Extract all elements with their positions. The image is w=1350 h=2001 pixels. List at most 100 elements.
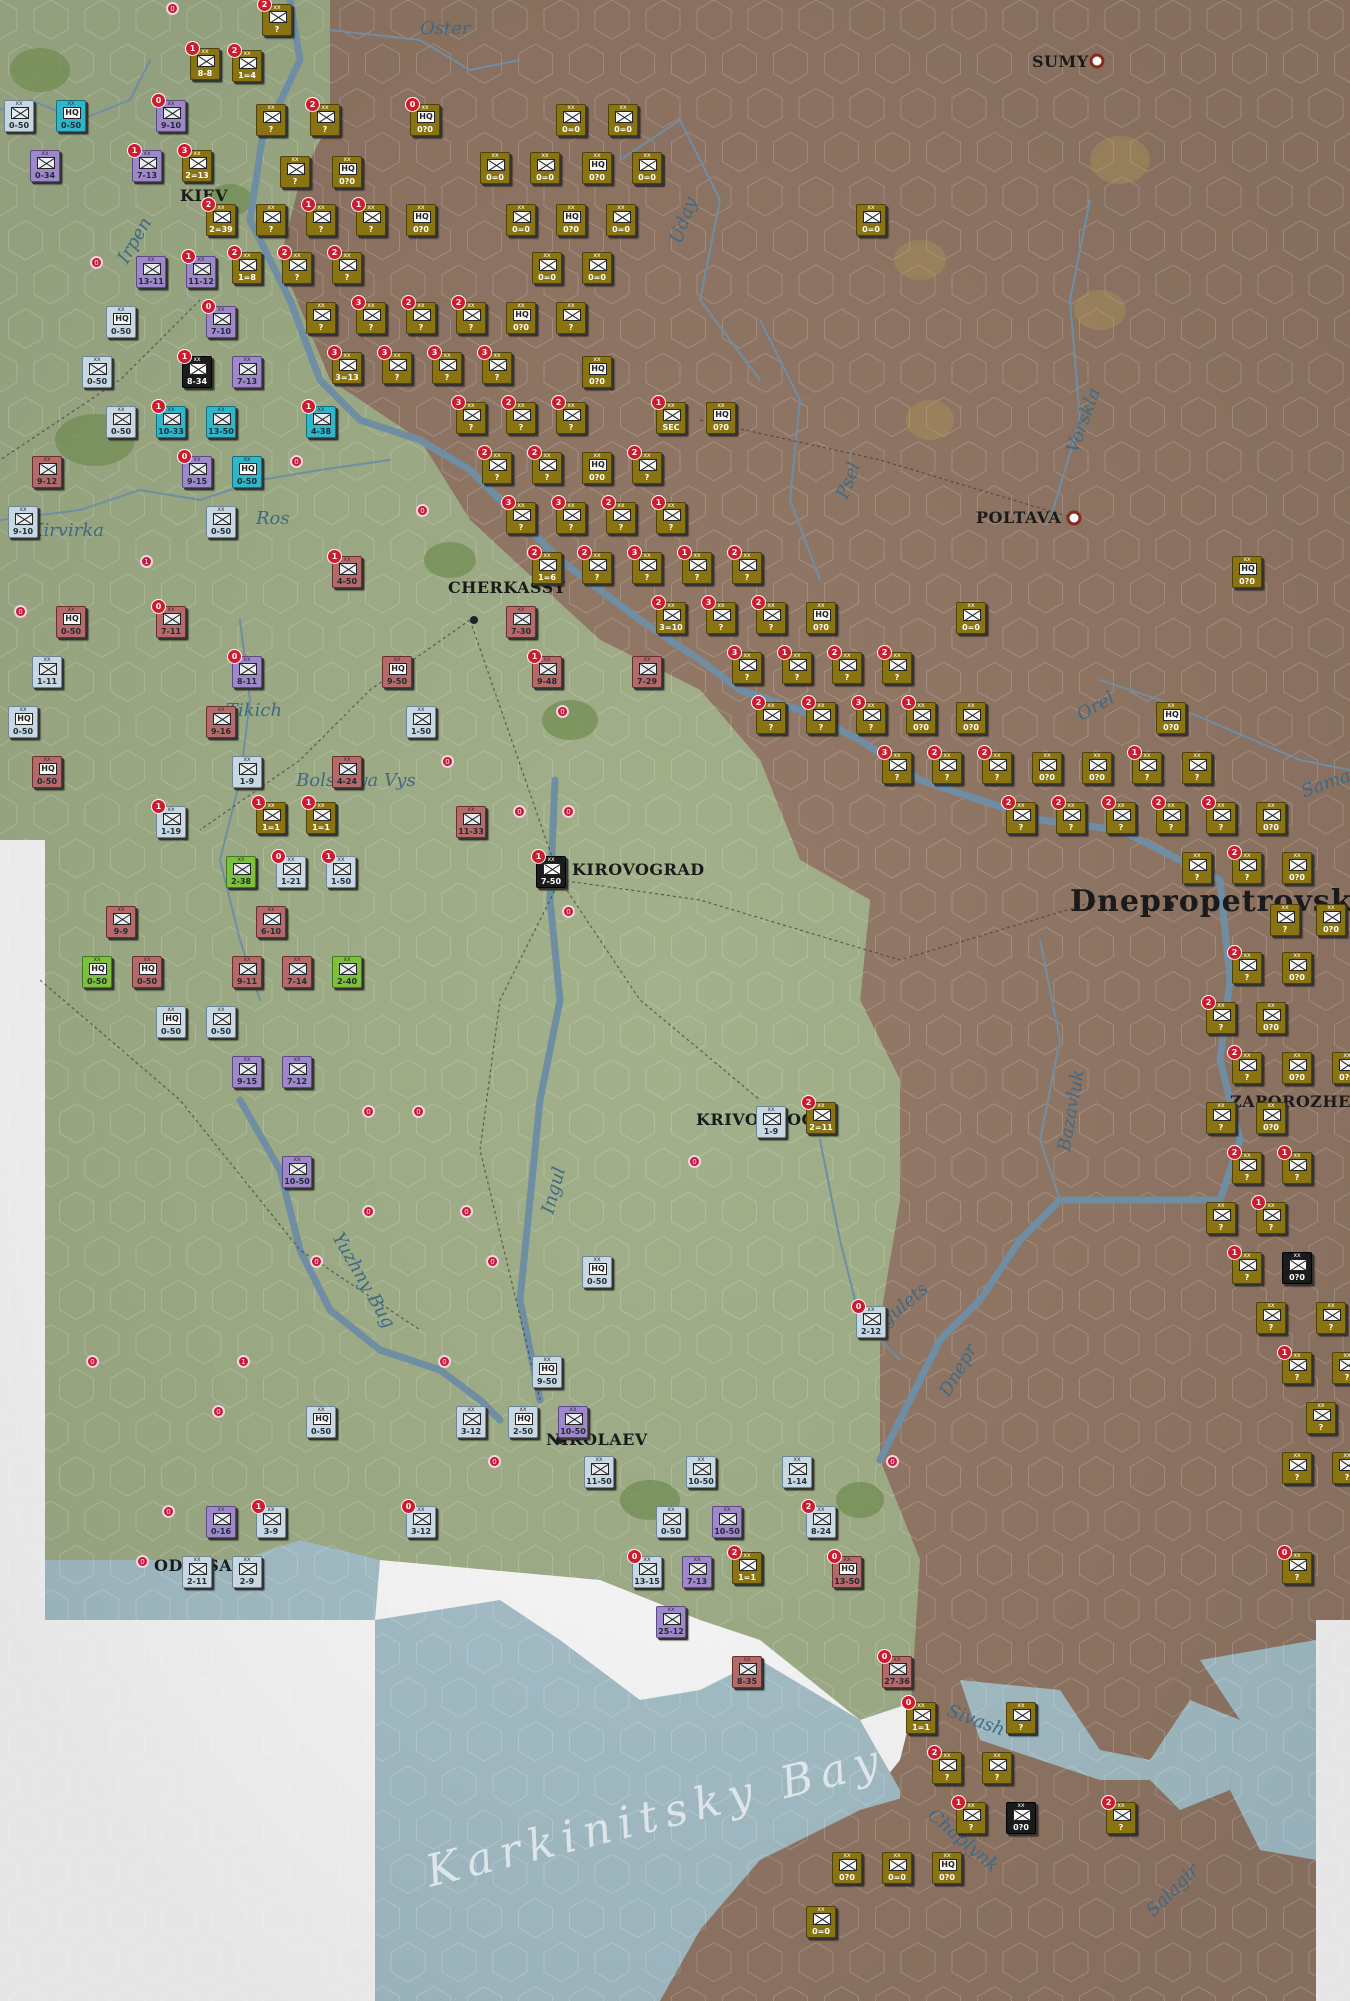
soviet-unit-counter[interactable]: xx 7-14 — [282, 956, 312, 988]
axis-unit-counter[interactable]: xx? 3 — [627, 545, 662, 584]
soviet-unit-counter[interactable]: xx 7-12 — [282, 1056, 312, 1088]
axis-unit-counter[interactable]: xx 2=39 2 — [201, 197, 236, 236]
axis-unit-counter[interactable]: xx? 2 — [477, 445, 512, 484]
axis-unit-counter[interactable]: xx 0?0 — [1282, 1052, 1312, 1084]
soviet-unit-counter[interactable]: xx 0-16 — [206, 1506, 236, 1538]
soviet-unit-counter[interactable]: xx 4-24 — [332, 756, 362, 788]
axis-unit-counter[interactable]: xx? 2 — [1051, 795, 1086, 834]
axis-unit-counter[interactable]: xx? 3 — [501, 495, 536, 534]
axis-unit-counter[interactable]: xx? 2 — [501, 395, 536, 434]
axis-unit-counter[interactable]: xx? 1 — [1277, 1145, 1312, 1184]
axis-unit-counter[interactable]: xx? — [1332, 1452, 1350, 1484]
axis-unit-counter[interactable]: xx? 2 — [1151, 795, 1186, 834]
soviet-unit-counter[interactable]: xx HQ 0-50 — [82, 956, 112, 988]
soviet-unit-counter[interactable]: xx 2-38 — [226, 856, 256, 888]
soviet-unit-counter[interactable]: xx 7-10 0 — [201, 299, 236, 338]
axis-unit-counter[interactable]: xx? 2 — [977, 745, 1012, 784]
axis-unit-counter[interactable]: xx 0?0 — [1282, 852, 1312, 884]
soviet-unit-counter[interactable]: xx 9-48 1 — [527, 649, 562, 688]
axis-unit-counter[interactable]: xx 0?0 — [1032, 752, 1062, 784]
soviet-unit-counter[interactable]: xx 11-12 1 — [181, 249, 216, 288]
axis-unit-counter[interactable]: xxHQ 0?0 — [582, 452, 612, 484]
soviet-unit-counter[interactable]: xx 0-50 — [656, 1506, 686, 1538]
soviet-unit-counter[interactable]: xx HQ 13-50 0 — [827, 1549, 862, 1588]
axis-unit-counter[interactable]: xx 0?0 — [1256, 802, 1286, 834]
axis-unit-counter[interactable]: xx 0=0 — [480, 152, 510, 184]
soviet-unit-counter[interactable]: xx HQ 0-50 — [232, 456, 262, 488]
soviet-unit-counter[interactable]: xx 7-30 — [506, 606, 536, 638]
soviet-unit-counter[interactable]: xx 7-11 0 — [151, 599, 186, 638]
axis-unit-counter[interactable]: xx? 2 — [277, 245, 312, 284]
soviet-unit-counter[interactable]: xx 10-50 — [282, 1156, 312, 1188]
axis-unit-counter[interactable]: xx? 2 — [1227, 1145, 1262, 1184]
soviet-unit-counter[interactable]: xx 7-29 — [632, 656, 662, 688]
soviet-unit-counter[interactable]: xx 1-50 — [406, 706, 436, 738]
soviet-unit-counter[interactable]: xx 9-12 — [32, 456, 62, 488]
axis-unit-counter[interactable]: xx 0=0 — [556, 104, 586, 136]
axis-unit-counter[interactable]: xx? 1 — [951, 1795, 986, 1834]
axis-unit-counter[interactable]: xx? 2 — [527, 445, 562, 484]
axis-unit-counter[interactable]: xx? — [1270, 904, 1300, 936]
soviet-unit-counter[interactable]: xx 0-50 — [206, 1006, 236, 1038]
soviet-unit-counter[interactable]: xx 10-50 — [686, 1456, 716, 1488]
axis-unit-counter[interactable]: xxHQ 0?0 — [806, 602, 836, 634]
axis-unit-counter[interactable]: xxHQ 0?0 — [1232, 556, 1262, 588]
axis-unit-counter[interactable]: xx 1=4 2 — [227, 43, 262, 82]
soviet-unit-counter[interactable]: xx 7-50 1 — [531, 849, 566, 888]
axis-unit-counter[interactable]: xx? — [1206, 1202, 1236, 1234]
axis-unit-counter[interactable]: xx? 2 — [451, 295, 486, 334]
axis-unit-counter[interactable]: xx 3=13 3 — [327, 345, 362, 384]
axis-unit-counter[interactable]: xx? 2 — [1001, 795, 1036, 834]
soviet-unit-counter[interactable]: xx 0?0 — [1006, 1802, 1036, 1834]
axis-unit-counter[interactable]: xx? 2 — [401, 295, 436, 334]
axis-unit-counter[interactable]: xx? — [1006, 1702, 1036, 1734]
axis-unit-counter[interactable]: xx 0?0 — [1256, 1002, 1286, 1034]
axis-unit-counter[interactable]: xx? — [256, 104, 286, 136]
axis-unit-counter[interactable]: xx 2=11 2 — [801, 1095, 836, 1134]
soviet-unit-counter[interactable]: xx 3-9 1 — [251, 1499, 286, 1538]
soviet-unit-counter[interactable]: xx 10-50 — [558, 1406, 588, 1438]
axis-unit-counter[interactable]: xx? 2 — [551, 395, 586, 434]
axis-unit-counter[interactable]: xx? 2 — [751, 695, 786, 734]
soviet-unit-counter[interactable]: xx HQ 0-50 — [306, 1406, 336, 1438]
axis-unit-counter[interactable]: xx? 1 — [677, 545, 712, 584]
axis-unit-counter[interactable]: xx? — [306, 302, 336, 334]
axis-unit-counter[interactable]: xx? 1 — [1277, 1345, 1312, 1384]
axis-unit-counter[interactable]: xx? — [1282, 1452, 1312, 1484]
soviet-unit-counter[interactable]: xx 25-12 — [656, 1606, 686, 1638]
soviet-unit-counter[interactable]: xx HQ 0-50 — [106, 306, 136, 338]
soviet-unit-counter[interactable]: xx HQ 9-50 — [382, 656, 412, 688]
soviet-unit-counter[interactable]: xx 0-50 — [106, 406, 136, 438]
soviet-unit-counter[interactable]: xx 0-50 — [82, 356, 112, 388]
soviet-unit-counter[interactable]: xx 2-40 — [332, 956, 362, 988]
soviet-unit-counter[interactable]: xx 3-12 — [456, 1406, 486, 1438]
soviet-unit-counter[interactable]: xx 9-15 0 — [177, 449, 212, 488]
axis-unit-counter[interactable]: xx? 3 — [551, 495, 586, 534]
axis-unit-counter[interactable]: xx HQ 0?0 0 — [405, 97, 440, 136]
axis-unit-counter[interactable]: xx? — [1182, 752, 1212, 784]
axis-unit-counter[interactable]: xx? 1 — [651, 495, 686, 534]
axis-unit-counter[interactable]: xxHQ 0?0 — [556, 204, 586, 236]
soviet-unit-counter[interactable]: xx 7-13 1 — [127, 143, 162, 182]
axis-unit-counter[interactable]: xx? 1 — [1127, 745, 1162, 784]
soviet-unit-counter[interactable]: xx 0?0 — [1282, 1252, 1312, 1284]
axis-unit-counter[interactable]: xx 0=0 — [506, 204, 536, 236]
soviet-unit-counter[interactable]: xx 2-11 — [182, 1556, 212, 1588]
soviet-unit-counter[interactable]: xx 1-11 — [32, 656, 62, 688]
axis-unit-counter[interactable]: xx? 2 — [627, 445, 662, 484]
axis-unit-counter[interactable]: xx? 2 — [801, 695, 836, 734]
soviet-unit-counter[interactable]: xx 1-50 1 — [321, 849, 356, 888]
soviet-unit-counter[interactable]: xx 8-35 — [732, 1656, 762, 1688]
soviet-unit-counter[interactable]: xx HQ 2-50 — [508, 1406, 538, 1438]
axis-unit-counter[interactable]: xxHQ 0?0 — [706, 402, 736, 434]
soviet-unit-counter[interactable]: xx 13-15 0 — [627, 1549, 662, 1588]
axis-unit-counter[interactable]: xx 1=1 1 — [301, 795, 336, 834]
soviet-unit-counter[interactable]: xx 9-11 — [232, 956, 262, 988]
soviet-unit-counter[interactable]: xx 1-9 — [756, 1106, 786, 1138]
soviet-unit-counter[interactable]: xx 1-14 — [782, 1456, 812, 1488]
soviet-unit-counter[interactable]: xx 1-9 — [232, 756, 262, 788]
soviet-unit-counter[interactable]: xx 8-34 1 — [177, 349, 212, 388]
axis-unit-counter[interactable]: xx 0?0 — [956, 702, 986, 734]
axis-unit-counter[interactable]: xx? — [1316, 1302, 1346, 1334]
axis-unit-counter[interactable]: xx 1=1 0 — [901, 1695, 936, 1734]
